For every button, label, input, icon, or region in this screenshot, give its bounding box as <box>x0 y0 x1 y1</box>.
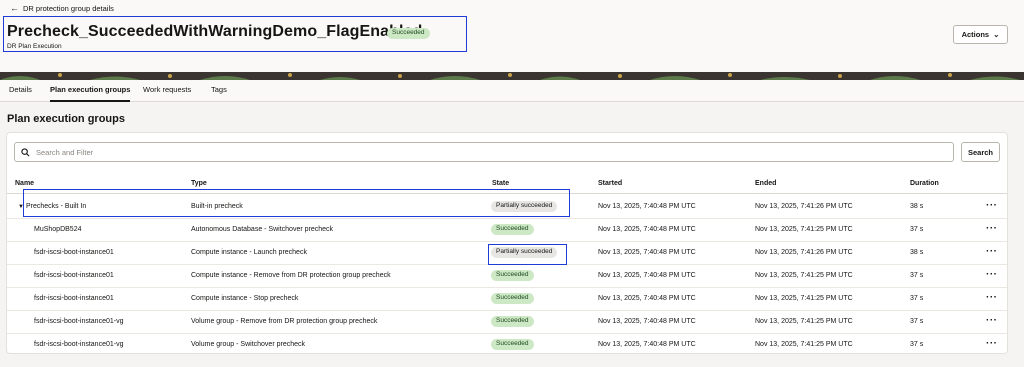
row-ended: Nov 13, 2025, 7:41:25 PM UTC <box>755 318 853 325</box>
actions-button-label: Actions <box>961 30 990 39</box>
table-row[interactable]: fsdr-iscsi-boot-instance01-vg Volume gro… <box>7 311 1007 334</box>
row-name[interactable]: fsdr-iscsi-boot-instance01-vg <box>34 318 123 325</box>
table-row[interactable]: fsdr-iscsi-boot-instance01-vg Volume gro… <box>7 334 1007 357</box>
more-horizontal-icon[interactable]: ··· <box>986 292 998 303</box>
row-state-badge: Succeeded <box>491 224 534 235</box>
tab-bar: Details Plan execution groups Work reque… <box>0 80 1024 102</box>
row-ended: Nov 13, 2025, 7:41:26 PM UTC <box>755 249 853 256</box>
title-highlight-box <box>3 16 467 52</box>
more-horizontal-icon[interactable]: ··· <box>986 315 998 326</box>
row-name[interactable]: fsdr-iscsi-boot-instance01 <box>34 272 114 279</box>
row-name[interactable]: fsdr-iscsi-boot-instance01-vg <box>34 341 123 348</box>
column-header-name[interactable]: Name <box>15 180 34 187</box>
row-state-badge: Succeeded <box>491 270 534 281</box>
section-title: Plan execution groups <box>7 113 125 125</box>
more-horizontal-icon[interactable]: ··· <box>986 246 998 257</box>
tab-tags[interactable]: Tags <box>211 85 227 100</box>
row-started: Nov 13, 2025, 7:40:48 PM UTC <box>598 203 696 210</box>
table-row[interactable]: fsdr-iscsi-boot-instance01 Compute insta… <box>7 265 1007 288</box>
row-name[interactable]: fsdr-iscsi-boot-instance01 <box>34 295 114 302</box>
row-ended: Nov 13, 2025, 7:41:25 PM UTC <box>755 341 853 348</box>
tab-plan-execution-groups[interactable]: Plan execution groups <box>50 85 131 102</box>
tab-work-requests[interactable]: Work requests <box>143 85 191 100</box>
row-duration: 38 s <box>910 203 924 210</box>
search-icon <box>21 147 30 156</box>
column-header-state[interactable]: State <box>492 180 509 187</box>
more-horizontal-icon[interactable]: ··· <box>986 223 998 234</box>
search-field[interactable] <box>14 142 954 162</box>
column-header-duration[interactable]: Duration <box>910 180 939 187</box>
row-ended: Nov 13, 2025, 7:41:25 PM UTC <box>755 295 853 302</box>
row-state-badge: Succeeded <box>491 339 534 350</box>
decorative-banner <box>0 72 1024 80</box>
back-link-label: DR protection group details <box>23 4 114 13</box>
arrow-left-icon: ← <box>10 3 19 13</box>
row-started: Nov 13, 2025, 7:40:48 PM UTC <box>598 295 696 302</box>
row-started: Nov 13, 2025, 7:40:48 PM UTC <box>598 341 696 348</box>
row-duration: 37 s <box>910 272 924 279</box>
row-name[interactable]: MuShopDB524 <box>34 226 81 233</box>
row-ended: Nov 13, 2025, 7:41:25 PM UTC <box>755 272 853 279</box>
row-type: Volume group - Remove from DR protection… <box>191 318 378 325</box>
table-row[interactable]: fsdr-iscsi-boot-instance01 Compute insta… <box>7 288 1007 311</box>
row-type: Compute instance - Remove from DR protec… <box>191 272 391 279</box>
back-link[interactable]: ← DR protection group details <box>10 3 114 14</box>
row-type: Compute instance - Launch precheck <box>191 249 307 256</box>
chevron-down-icon: ⌄ <box>993 30 1000 39</box>
column-header-ended[interactable]: Ended <box>755 180 776 187</box>
row-duration: 37 s <box>910 318 924 325</box>
row-type: Volume group - Switchover precheck <box>191 341 305 348</box>
row-started: Nov 13, 2025, 7:40:48 PM UTC <box>598 318 696 325</box>
tab-details[interactable]: Details <box>9 85 32 100</box>
row-name[interactable]: fsdr-iscsi-boot-instance01 <box>34 249 114 256</box>
table-row[interactable]: MuShopDB524 Autonomous Database - Switch… <box>7 219 1007 242</box>
row-state-badge: Succeeded <box>491 293 534 304</box>
more-horizontal-icon[interactable]: ··· <box>986 338 998 349</box>
row-started: Nov 13, 2025, 7:40:48 PM UTC <box>598 249 696 256</box>
row-duration: 38 s <box>910 249 924 256</box>
column-header-type[interactable]: Type <box>191 180 207 187</box>
row-duration: 37 s <box>910 226 924 233</box>
actions-button[interactable]: Actions ⌄ <box>953 25 1008 44</box>
row-started: Nov 13, 2025, 7:40:48 PM UTC <box>598 272 696 279</box>
row-duration: 37 s <box>910 295 924 302</box>
state-highlight-box <box>488 244 567 265</box>
row-ended: Nov 13, 2025, 7:41:26 PM UTC <box>755 203 853 210</box>
search-input[interactable] <box>36 147 916 157</box>
more-horizontal-icon[interactable]: ··· <box>986 269 998 280</box>
row-type: Autonomous Database - Switchover prechec… <box>191 226 334 233</box>
search-button[interactable]: Search <box>961 142 1000 162</box>
more-horizontal-icon[interactable]: ··· <box>986 200 998 211</box>
group-row-highlight-box <box>23 189 570 217</box>
row-state-badge: Succeeded <box>491 316 534 327</box>
column-header-started[interactable]: Started <box>598 180 622 187</box>
page-header: ← DR protection group details Precheck_S… <box>0 0 1024 72</box>
row-duration: 37 s <box>910 341 924 348</box>
row-type: Compute instance - Stop precheck <box>191 295 299 302</box>
row-ended: Nov 13, 2025, 7:41:25 PM UTC <box>755 226 853 233</box>
banner-pattern <box>0 72 1024 80</box>
row-started: Nov 13, 2025, 7:40:48 PM UTC <box>598 226 696 233</box>
